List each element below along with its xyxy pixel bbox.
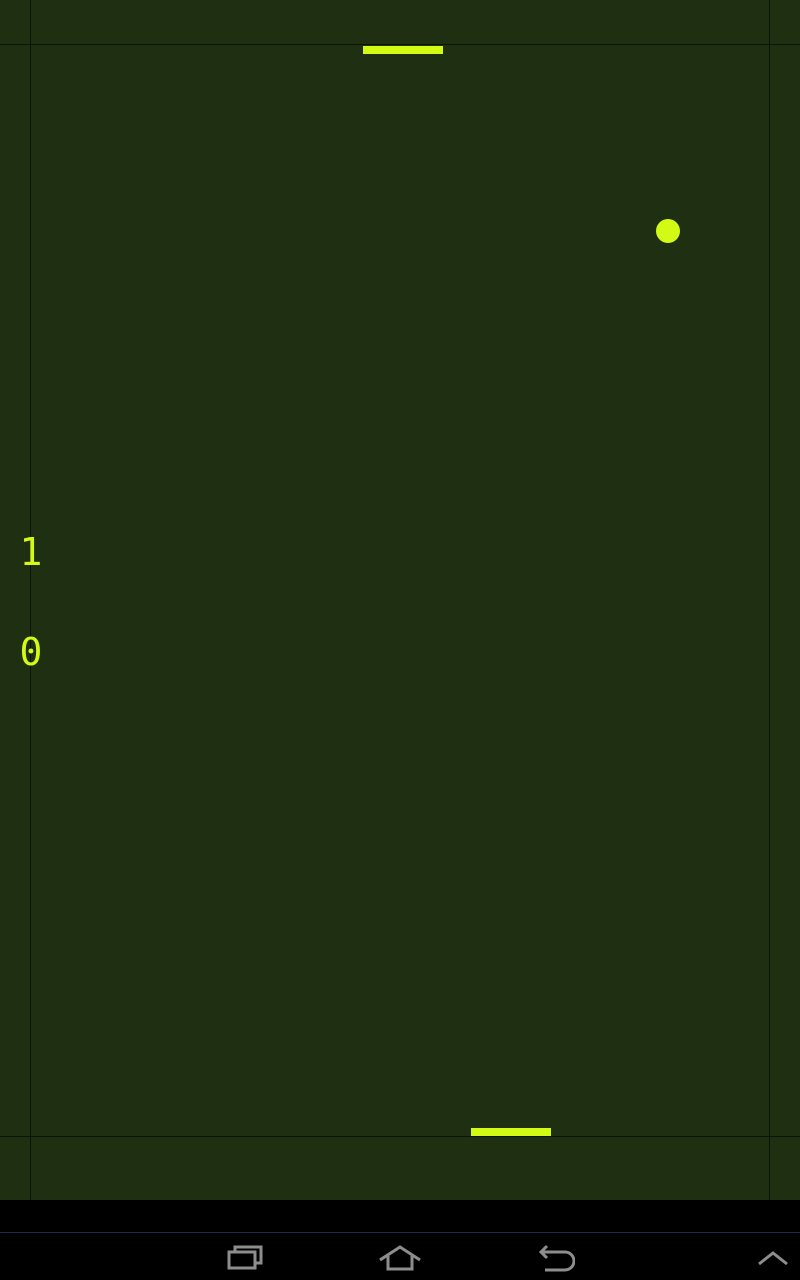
home-icon: [379, 1245, 421, 1271]
home-button[interactable]: [360, 1236, 440, 1280]
left-boundary-line: [30, 0, 31, 1200]
game-board[interactable]: 1 0: [0, 0, 800, 1200]
top-boundary-line: [0, 44, 800, 45]
ball: [656, 219, 680, 243]
navbar-divider: [0, 1232, 800, 1233]
recent-apps-button[interactable]: [205, 1236, 285, 1280]
system-navigation-bar: [0, 1200, 800, 1280]
back-icon: [538, 1244, 575, 1272]
bottom-boundary-line: [0, 1136, 800, 1137]
opponent-paddle: [363, 46, 443, 54]
recent-apps-icon: [227, 1245, 263, 1270]
score-top-player: 1: [19, 530, 43, 574]
player-paddle[interactable]: [471, 1128, 551, 1136]
back-button[interactable]: [515, 1236, 595, 1280]
menu-button[interactable]: [733, 1236, 800, 1280]
right-boundary-line: [769, 0, 770, 1200]
score-bottom-player: 0: [19, 630, 43, 674]
chevron-up-icon: [758, 1251, 788, 1266]
